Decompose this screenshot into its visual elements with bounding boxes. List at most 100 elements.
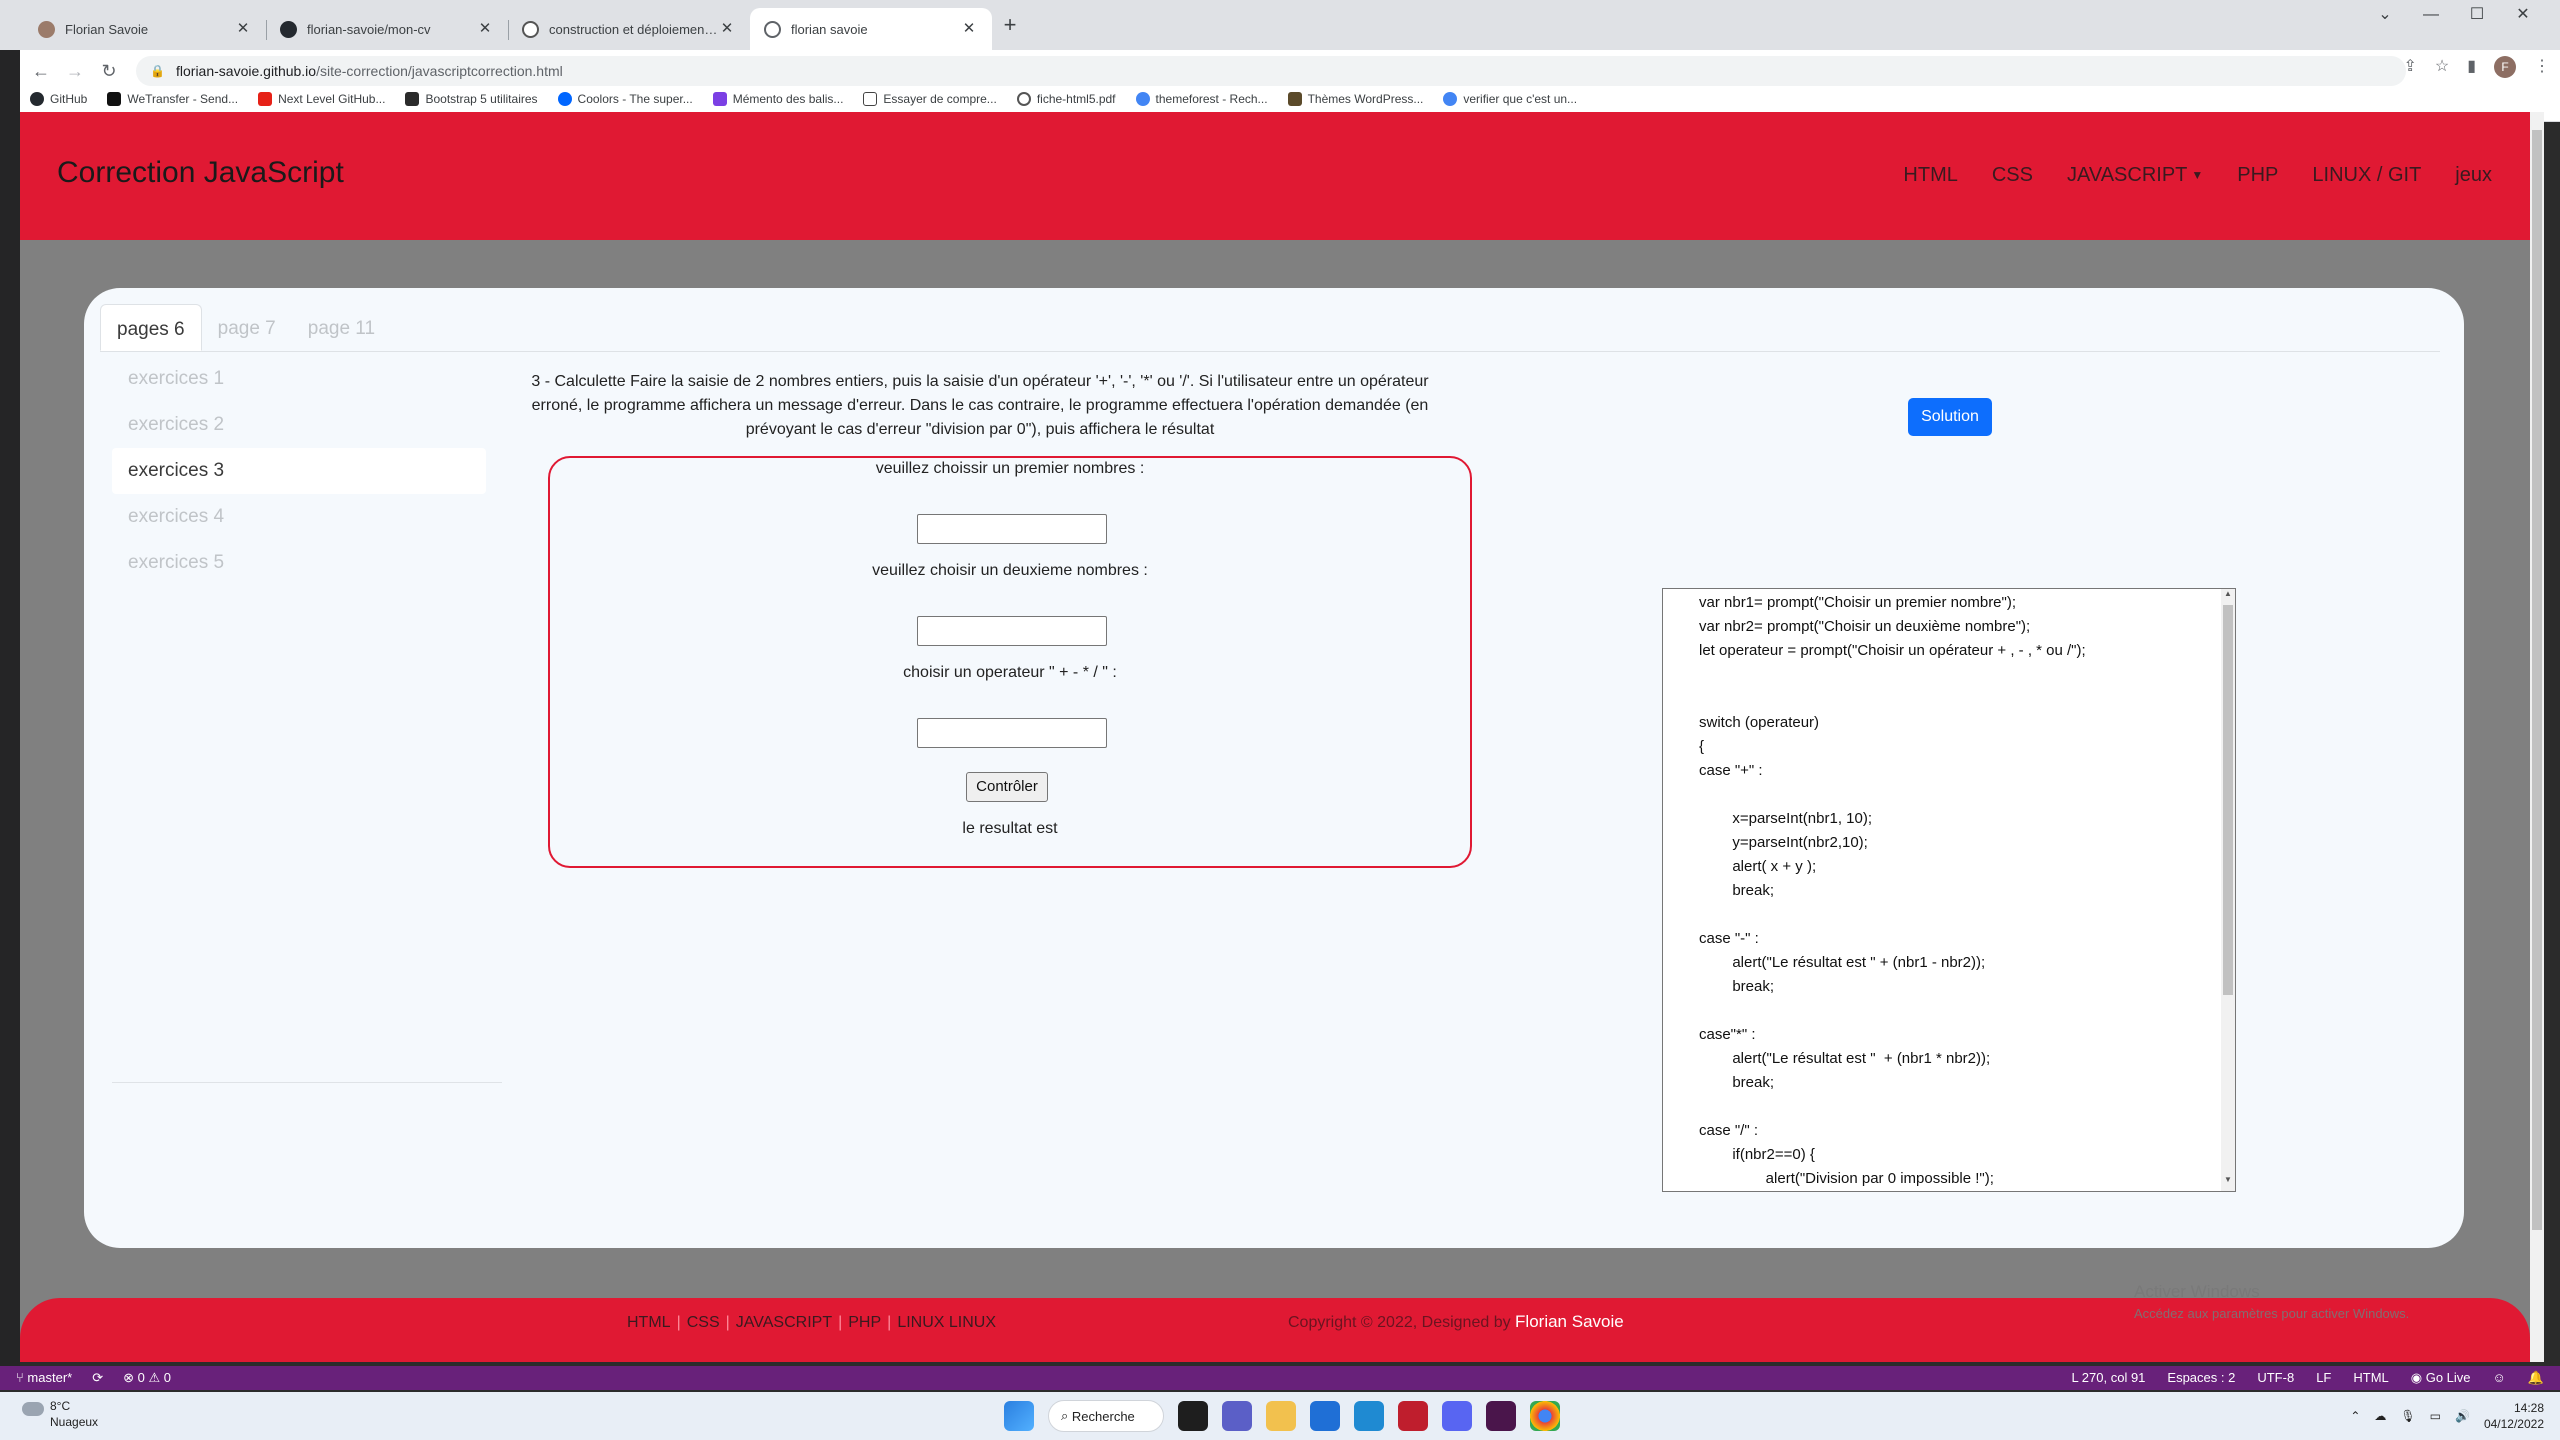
favicon-icon — [38, 20, 55, 38]
bookmark-item[interactable]: Next Level GitHub... — [258, 92, 385, 106]
nav-html[interactable]: HTML — [1903, 164, 1957, 187]
back-icon[interactable]: ← — [26, 56, 56, 86]
toolbar-actions: ⇪ ☆ ▮ F ⋮ — [2403, 56, 2550, 78]
volume-icon[interactable]: 🔊 — [2455, 1409, 2470, 1423]
code-scrollbar[interactable]: ▲ ▼ — [2221, 589, 2235, 1191]
vscode-icon[interactable] — [1354, 1401, 1384, 1431]
share-icon[interactable]: ⇪ — [2403, 56, 2416, 78]
language-mode[interactable]: HTML — [2353, 1370, 2388, 1386]
tab-search-icon[interactable]: ⌄ — [2362, 0, 2408, 32]
cursor-position[interactable]: L 270, col 91 — [2071, 1370, 2145, 1386]
exercise-item[interactable]: exercices 4 — [112, 494, 486, 540]
weather-widget[interactable]: 8°C Nuageux — [22, 1398, 98, 1430]
taskbar-search[interactable]: ⌕ Recherche — [1048, 1400, 1164, 1432]
browser-tab[interactable]: Florian Savoie ✕ — [24, 8, 266, 50]
page-scroll-thumb[interactable] — [2532, 130, 2542, 1230]
footer-link-javascript[interactable]: JAVASCRIPT — [736, 1314, 832, 1331]
author-link[interactable]: Florian Savoie — [1515, 1312, 1624, 1331]
solution-button[interactable]: Solution — [1908, 398, 1992, 436]
git-branch[interactable]: ⑂ master* — [16, 1370, 72, 1386]
globe-icon — [764, 20, 781, 38]
slack-icon[interactable] — [1486, 1401, 1516, 1431]
exercise-item-active[interactable]: exercices 3 — [112, 448, 486, 494]
nav-css[interactable]: CSS — [1992, 164, 2033, 187]
store-icon[interactable] — [1310, 1401, 1340, 1431]
nav-php[interactable]: PHP — [2237, 164, 2278, 187]
discord-icon[interactable] — [1442, 1401, 1472, 1431]
control-button[interactable]: Contrôler — [966, 772, 1048, 802]
tab-pages-6[interactable]: pages 6 — [100, 304, 202, 351]
browser-tab-active[interactable]: florian savoie ✕ — [750, 8, 992, 50]
menu-kebab-icon[interactable]: ⋮ — [2534, 56, 2550, 78]
scroll-up-icon[interactable]: ▲ — [2221, 589, 2235, 603]
forward-icon[interactable]: → — [60, 56, 90, 86]
scroll-thumb[interactable] — [2223, 605, 2233, 995]
end-of-line[interactable]: LF — [2316, 1370, 2331, 1386]
exercise-item[interactable]: exercices 2 — [112, 402, 486, 448]
browser-tab[interactable]: florian-savoie/mon-cv ✕ — [266, 8, 508, 50]
maximize-icon[interactable]: ☐ — [2454, 0, 2500, 32]
nav-jeux[interactable]: jeux — [2455, 164, 2492, 187]
calculator-form: veuillez choissir un premier nombres : v… — [548, 456, 1472, 868]
address-bar[interactable]: 🔒 florian-savoie.github.io/site-correcti… — [136, 56, 2406, 86]
second-number-input[interactable] — [917, 616, 1107, 646]
bookmark-item[interactable]: Essayer de compre... — [863, 92, 997, 106]
filezilla-icon[interactable] — [1398, 1401, 1428, 1431]
footer-link-php[interactable]: PHP — [848, 1314, 881, 1331]
page-scrollbar[interactable] — [2530, 112, 2544, 1362]
bookmark-star-icon[interactable]: ☆ — [2435, 56, 2449, 78]
bookmark-item[interactable]: WeTransfer - Send... — [107, 92, 238, 106]
indentation[interactable]: Espaces : 2 — [2167, 1370, 2235, 1386]
new-tab-button[interactable]: + — [996, 12, 1024, 40]
clock[interactable]: 14:28 04/12/2022 — [2484, 1400, 2544, 1432]
bookmark-item[interactable]: Mémento des balis... — [712, 92, 843, 106]
task-view-icon[interactable] — [1178, 1401, 1208, 1431]
close-window-icon[interactable]: ✕ — [2500, 0, 2546, 32]
first-number-input[interactable] — [917, 514, 1107, 544]
bookmark-item[interactable]: themeforest - Rech... — [1135, 92, 1268, 106]
minimize-icon[interactable]: — — [2408, 0, 2454, 32]
nav-javascript-dropdown[interactable]: JAVASCRIPT ▼ — [2067, 164, 2203, 187]
tray-chevron-icon[interactable]: ⌃ — [2350, 1409, 2360, 1423]
exercise-item[interactable]: exercices 1 — [112, 356, 486, 402]
close-tab-icon[interactable]: ✕ — [234, 20, 252, 38]
close-tab-icon[interactable]: ✕ — [476, 20, 494, 38]
file-explorer-icon[interactable] — [1266, 1401, 1296, 1431]
bookmark-item[interactable]: GitHub — [30, 92, 87, 106]
bookmark-item[interactable]: fiche-html5.pdf — [1016, 92, 1116, 106]
side-panel-icon[interactable]: ▮ — [2467, 56, 2476, 78]
site-brand[interactable]: Correction JavaScript — [57, 156, 344, 190]
solution-code-textarea[interactable]: var nbr1= prompt("Choisir un premier nom… — [1662, 588, 2236, 1192]
tab-page-11[interactable]: page 11 — [292, 304, 391, 351]
encoding[interactable]: UTF-8 — [2257, 1370, 2294, 1386]
chrome-icon[interactable] — [1530, 1401, 1560, 1431]
feedback-icon[interactable]: ☺ — [2493, 1370, 2506, 1386]
reload-icon[interactable]: ↻ — [94, 56, 124, 86]
bell-icon[interactable]: 🔔 — [2528, 1370, 2544, 1386]
bookmark-item[interactable]: verifier que c'est un... — [1443, 92, 1577, 106]
bookmark-item[interactable]: Thèmes WordPress... — [1287, 92, 1423, 106]
nav-linux-git[interactable]: LINUX / GIT — [2312, 164, 2421, 187]
exercise-item[interactable]: exercices 5 — [112, 540, 486, 586]
browser-tab[interactable]: construction et déploiement de ✕ — [508, 8, 750, 50]
close-tab-icon[interactable]: ✕ — [718, 20, 736, 38]
microphone-icon[interactable]: 🎙 — [2400, 1409, 2415, 1423]
footer-link-linux[interactable]: LINUX LINUX — [897, 1314, 996, 1331]
footer-link-css[interactable]: CSS — [687, 1314, 720, 1331]
close-tab-icon[interactable]: ✕ — [960, 20, 978, 38]
start-icon[interactable] — [1004, 1401, 1034, 1431]
problems-count[interactable]: ⊗ 0 ⚠ 0 — [123, 1370, 171, 1386]
scroll-down-icon[interactable]: ▼ — [2221, 1175, 2235, 1189]
bookmark-item[interactable]: Coolors - The super... — [557, 92, 693, 106]
bookmark-item[interactable]: Bootstrap 5 utilitaires — [405, 92, 538, 106]
solution-code: var nbr1= prompt("Choisir un premier nom… — [1699, 594, 2086, 1187]
chat-icon[interactable] — [1222, 1401, 1252, 1431]
sync-icon[interactable]: ⟳ — [92, 1370, 103, 1386]
network-icon[interactable]: ▭ — [2430, 1409, 2441, 1423]
go-live-button[interactable]: ◉ Go Live — [2411, 1370, 2471, 1386]
onedrive-icon[interactable]: ☁ — [2374, 1409, 2386, 1423]
tab-page-7[interactable]: page 7 — [202, 304, 292, 351]
operator-input[interactable] — [917, 718, 1107, 748]
footer-link-html[interactable]: HTML — [627, 1314, 671, 1331]
profile-avatar[interactable]: F — [2494, 56, 2516, 78]
